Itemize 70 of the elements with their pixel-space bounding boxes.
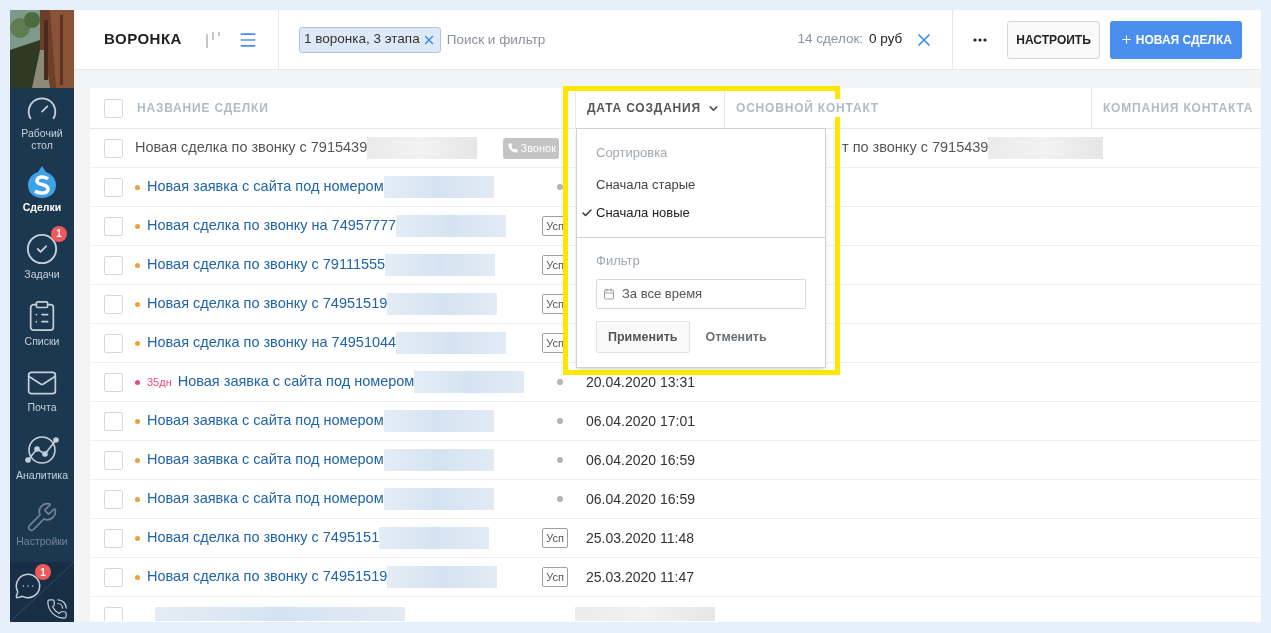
checkbox[interactable]	[104, 294, 123, 314]
checkbox[interactable]	[104, 177, 123, 197]
search-field[interactable]: Поиск и фильтр	[446, 26, 792, 53]
columns-icon[interactable]	[204, 30, 222, 49]
chat-icon[interactable]	[14, 572, 42, 600]
checkbox[interactable]	[104, 607, 123, 621]
section-label: Фильтр	[596, 251, 641, 270]
deal-link[interactable]: Новая заявка с сайта под номером	[147, 410, 384, 432]
checkbox[interactable]	[104, 98, 123, 118]
date-text: 06.04.2020 16:59	[586, 450, 695, 470]
deal-link[interactable]: Новая сделка по звонку с 79111555	[147, 254, 386, 276]
checkbox[interactable]	[104, 528, 123, 548]
checkbox[interactable]	[104, 567, 123, 587]
apply-button[interactable]: Применить	[596, 321, 690, 353]
phone-icon	[507, 143, 518, 153]
sidebar-item[interactable]: Списки	[10, 289, 74, 356]
sidebar-item[interactable]: Почта	[10, 356, 74, 423]
wrench-icon	[26, 500, 58, 533]
checkbox[interactable]	[104, 450, 123, 470]
checkbox[interactable]	[104, 333, 123, 353]
deal-count: 14 сделок:	[797, 30, 864, 49]
sidebar-item[interactable]: Рабочий стол	[10, 88, 74, 155]
date-range-field[interactable]: За все время	[596, 279, 806, 309]
configure-button[interactable]: НАСТРОИТЬ	[1007, 20, 1100, 59]
date-text: 25.03.2020 11:48	[586, 528, 694, 548]
status-tag: Усп	[542, 567, 568, 587]
cancel-button[interactable]: Отменить	[705, 327, 767, 347]
page-title: ВОРОНКА	[104, 29, 183, 50]
deal-sum: 0 руб	[869, 30, 903, 49]
sidebar-item[interactable]: Аналитика	[10, 423, 74, 490]
check-circle-icon	[25, 231, 59, 266]
filter-chip[interactable]: 1 воронка, 3 этапа	[299, 26, 441, 53]
checkbox[interactable]	[104, 138, 123, 158]
deal-link[interactable]: Новая заявка с сайта под номером	[177, 371, 415, 393]
contact-text: т по звонку с 7915439	[842, 138, 989, 158]
sidebar-item[interactable]: Сделки	[10, 155, 74, 222]
deal-link[interactable]: Новая сделка по звонку с 74951519	[147, 566, 388, 588]
check-icon	[581, 206, 593, 219]
deal-link[interactable]: Новая сделка по звонку с 7495151	[147, 527, 380, 549]
plus-icon	[1119, 33, 1133, 46]
deal-link[interactable]: Новая заявка с сайта под номером	[147, 488, 384, 510]
notification-badge: 1	[51, 225, 67, 242]
date-text: 25.03.2020 11:47	[586, 567, 694, 587]
call-tag: Звонок	[502, 137, 559, 159]
date-text: 20.04.2020 13:31	[586, 372, 695, 392]
checkbox[interactable]	[104, 489, 123, 509]
deal-link[interactable]: Новая сделка по звонку с 74951519	[147, 293, 388, 315]
checkbox[interactable]	[104, 255, 123, 275]
deal-title: Новая сделка по звонку с 7915439	[135, 138, 368, 158]
new-deal-button[interactable]: НОВАЯ СДЕЛКА	[1109, 20, 1242, 59]
sidebar-item[interactable]: 1 Задачи	[10, 222, 74, 289]
checkbox[interactable]	[104, 372, 123, 392]
checkbox[interactable]	[104, 411, 123, 431]
date-text: 06.04.2020 17:01	[586, 411, 695, 431]
sort-option[interactable]: Сначала старые	[577, 170, 806, 199]
notification-badge: 1	[35, 564, 51, 580]
deal-link[interactable]: Новая сделка по звонку на 74957777	[147, 215, 397, 237]
phone-icon[interactable]	[46, 598, 68, 620]
deal-link[interactable]: Новая заявка с сайта под номером	[147, 176, 384, 198]
deal-link[interactable]: Новая заявка с сайта под номером	[147, 449, 384, 471]
date-text: 06.04.2020 16:59	[586, 489, 695, 509]
calendar-icon	[603, 288, 615, 300]
deal-link[interactable]: Новая сделка по звонку на 74951044	[147, 332, 397, 354]
section-label: Сортировка	[596, 144, 669, 162]
sort-option[interactable]: Сначала новые	[577, 198, 806, 227]
money-bag-icon	[27, 164, 57, 199]
checkbox[interactable]	[104, 216, 123, 236]
status-tag: Усп	[542, 528, 568, 548]
more-icon[interactable]	[973, 37, 988, 42]
age-label: 35дн	[147, 374, 172, 390]
